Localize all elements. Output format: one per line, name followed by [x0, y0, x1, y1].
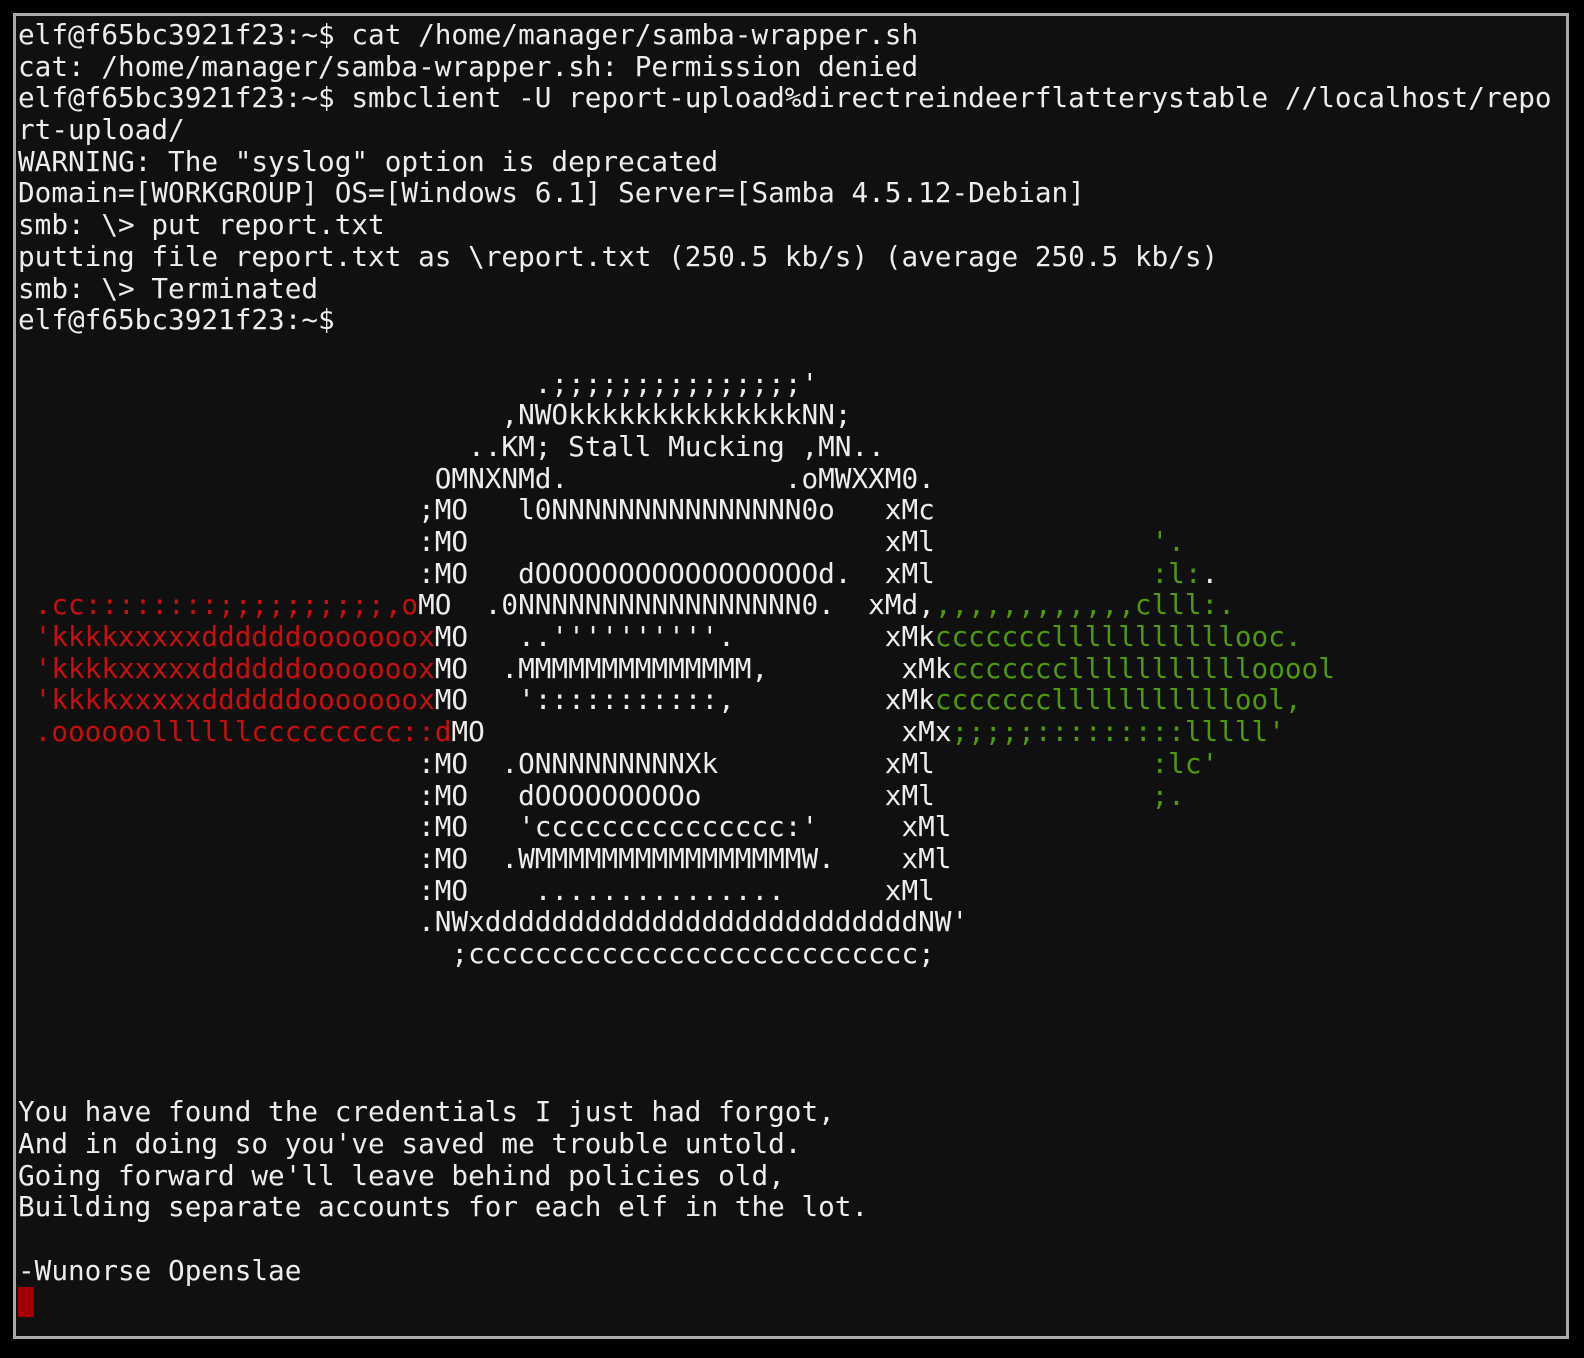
terminal-line: elf@f65bc3921f23:~$ smbclient -U report-… [18, 82, 1552, 114]
terminal-text: elf@f65bc3921f23:~$ [18, 303, 335, 337]
terminal-text: MO ..''''''''''. xMk [434, 620, 935, 654]
terminal-output[interactable]: elf@f65bc3921f23:~$ cat /home/manager/sa… [18, 19, 1552, 1318]
terminal-text: :MO ............... xMl [18, 873, 935, 907]
terminal-line: Building separate accounts for each elf … [18, 1191, 1552, 1223]
terminal-text: OMNXNMd. .oMWXXM0. [18, 461, 935, 495]
terminal-text: .NWxddddddddddddddddddddddddddNW' [18, 905, 969, 939]
terminal-text: :MO xMl [18, 525, 935, 558]
terminal-line: -Wunorse Openslae [18, 1253, 1552, 1287]
terminal-text: And in doing so you've saved me trouble … [18, 1127, 802, 1161]
terminal-line: smb: \> put report.txt [18, 209, 1552, 241]
terminal-line: And in doing so you've saved me trouble … [18, 1128, 1552, 1160]
terminal-text: :MO dOOOOOOOOOOOOOOOOOd. xMl [18, 556, 935, 590]
terminal-text: :MO .WMMMMMMMMMMMMMMMMW. xMl [18, 841, 952, 875]
terminal-text: :lc' [934, 746, 1219, 780]
terminal-text: -Wunorse Openslae [18, 1253, 302, 1287]
terminal-text: Going forward we'll leave behind policie… [18, 1158, 785, 1192]
terminal-text: :MO 'ccccccccccccccc:' xMl [18, 810, 952, 844]
terminal-text: ,,,,,,,,,,,,clll:. [934, 588, 1235, 622]
terminal-text: .;;;;;;;;;;;;;;;' [18, 366, 819, 400]
terminal-text: WARNING: The "syslog" option is deprecat… [18, 144, 719, 178]
terminal-line: 'kkkkxxxxxddddddoooooooxMO .MMMMMMMMMMMM… [18, 651, 1552, 685]
terminal-line: Going forward we'll leave behind policie… [18, 1158, 1552, 1192]
terminal-text: Building separate accounts for each elf … [18, 1190, 869, 1224]
terminal-line: cat: /home/manager/samba-wrapper.sh: Per… [18, 49, 1552, 83]
terminal-window[interactable]: elf@f65bc3921f23:~$ cat /home/manager/sa… [13, 13, 1569, 1339]
terminal-text: :l: [934, 556, 1202, 590]
terminal-text: elf@f65bc3921f23:~$ cat /home/manager/sa… [18, 18, 919, 51]
terminal-line: You have found the credentials I just ha… [18, 1096, 1552, 1128]
terminal-text: ,NWOkkkkkkkkkkkkkkNN; [18, 398, 852, 432]
terminal-line: 'kkkkxxxxxddddddoooooooxMO ':::::::::::,… [18, 684, 1552, 716]
terminal-line: smb: \> Terminated [18, 271, 1552, 305]
terminal-line: :MO dOOOOOOOOOo xMl ;. [18, 778, 1552, 812]
terminal-text: rt-upload/ [18, 113, 185, 147]
terminal-text: :MO .ONNNNNNNNNXk xMl [18, 746, 935, 780]
terminal-text: ;;;;;:::::::::lllll' [951, 715, 1285, 749]
terminal-line: :MO ............... xMl [18, 873, 1552, 907]
terminal-line: elf@f65bc3921f23:~$ [18, 304, 1552, 336]
terminal-text: :MO dOOOOOOOOOo xMl [18, 778, 935, 812]
terminal-line: 'kkkkxxxxxddddddoooooooxMO ..''''''''''.… [18, 621, 1552, 653]
terminal-text: .cc::::::::;;;;;;;;;;,o [18, 588, 419, 622]
terminal-line: WARNING: The "syslog" option is deprecat… [18, 144, 1552, 178]
terminal-text: MO xMx [451, 715, 952, 749]
terminal-text: MO ':::::::::::, xMk [434, 683, 935, 717]
terminal-text: 'kkkkxxxxxddddddooooooox [18, 651, 435, 685]
terminal-line: ;MO l0NNNNNNNNNNNNNNN0o xMc [18, 494, 1552, 526]
terminal-text: You have found the credentials I just ha… [18, 1095, 835, 1129]
terminal-text: smb: \> put report.txt [18, 208, 385, 242]
terminal-text: Domain=[WORKGROUP] OS=[Windows 6.1] Serv… [18, 176, 1085, 210]
terminal-line: ,NWOkkkkkkkkkkkkkkNN; [18, 399, 1552, 431]
terminal-text: ;. [934, 778, 1185, 812]
terminal-text: elf@f65bc3921f23:~$ smbclient -U report-… [18, 81, 1552, 115]
terminal-text: ..KM; Stall Mucking ,MN.. [18, 429, 885, 463]
terminal-line: ;ccccccccccccccccccccccccccc; [18, 938, 1552, 970]
cursor-line [18, 1286, 1552, 1319]
terminal-line: .oooooollllllccccccccc::dMO xMx;;;;;::::… [18, 716, 1552, 748]
terminal-text: cat: /home/manager/samba-wrapper.sh: Per… [18, 49, 919, 83]
terminal-text: .oooooollllllccccccccc::d [18, 715, 452, 749]
terminal-line: .;;;;;;;;;;;;;;;' [18, 366, 1552, 400]
terminal-text: 'kkkkxxxxxddddddooooooox [18, 683, 435, 717]
terminal-text: 'kkkkxxxxxddddddooooooox [18, 620, 435, 654]
terminal-line: :MO xMl '. [18, 526, 1552, 558]
terminal-line: .cc::::::::;;;;;;;;;;,oMO .0NNNNNNNNNNNN… [18, 589, 1552, 621]
terminal-line: Domain=[WORKGROUP] OS=[Windows 6.1] Serv… [18, 177, 1552, 209]
terminal-text: '. [934, 525, 1185, 558]
terminal-line: :MO dOOOOOOOOOOOOOOOOOd. xMl :l:. [18, 556, 1552, 590]
terminal-line: :MO .WMMMMMMMMMMMMMMMMW. xMl [18, 843, 1552, 875]
terminal-text: . [1201, 556, 1219, 590]
terminal-text: ccccccclllllllllllooc. [934, 620, 1302, 654]
terminal-line: .NWxddddddddddddddddddddddddddNW' [18, 906, 1552, 938]
terminal-text: smb: \> Terminated [18, 271, 319, 305]
terminal-line: OMNXNMd. .oMWXXM0. [18, 461, 1552, 495]
terminal-text: MO .MMMMMMMMMMMMMM, xMk [434, 651, 952, 685]
terminal-text: MO .0NNNNNNNNNNNNNNNNN0. xMd, [418, 588, 935, 622]
terminal-line: elf@f65bc3921f23:~$ cat /home/manager/sa… [18, 19, 1552, 51]
terminal-text: ;MO l0NNNNNNNNNNNNNNN0o xMc [18, 493, 935, 527]
terminal-text: ccccccclllllllllllool, [934, 683, 1302, 717]
terminal-line: ..KM; Stall Mucking ,MN.. [18, 431, 1552, 463]
terminal-text: putting file report.txt as \report.txt (… [18, 239, 1219, 273]
terminal-text: ccccccclllllllllllooool [951, 651, 1335, 685]
terminal-line: rt-upload/ [18, 114, 1552, 146]
terminal-line: putting file report.txt as \report.txt (… [18, 239, 1552, 273]
terminal-line: :MO .ONNNNNNNNNXk xMl :lc' [18, 746, 1552, 780]
terminal-line: :MO 'ccccccccccccccc:' xMl [18, 811, 1552, 843]
terminal-text: ;ccccccccccccccccccccccccccc; [18, 936, 935, 970]
terminal-cursor [18, 1286, 34, 1317]
